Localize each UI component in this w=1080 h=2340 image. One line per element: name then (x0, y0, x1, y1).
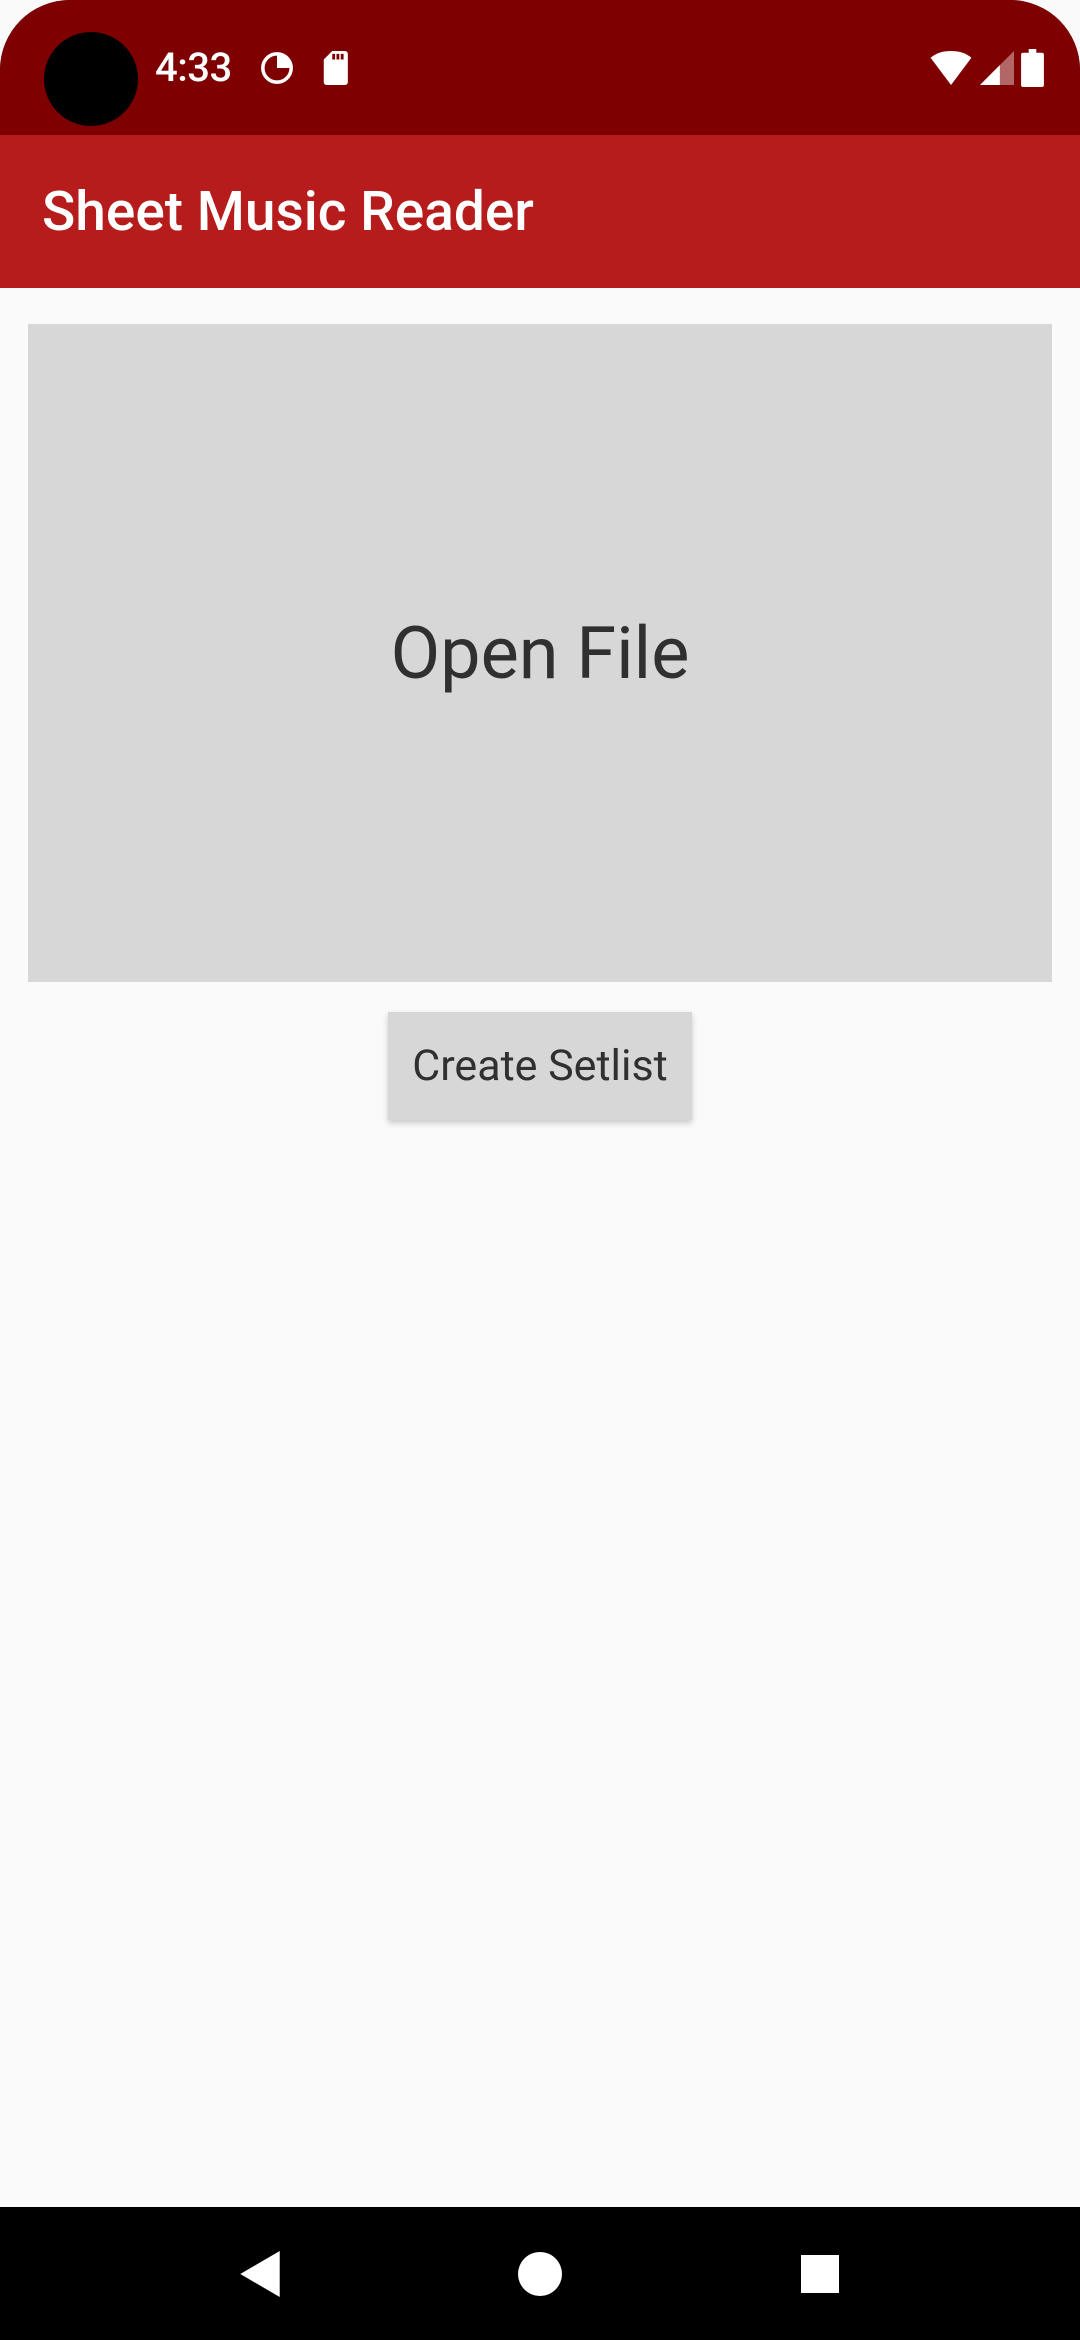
wifi-icon (929, 51, 973, 85)
open-file-label: Open File (391, 611, 690, 696)
create-setlist-button[interactable]: Create Setlist (388, 1012, 691, 1120)
app-bar: Sheet Music Reader (0, 135, 1080, 288)
home-button[interactable] (505, 2239, 575, 2309)
data-saver-icon (260, 51, 294, 85)
content-area: Open File Create Setlist (0, 288, 1080, 2207)
status-bar: 4:33 (0, 0, 1080, 135)
status-right (929, 49, 1044, 87)
battery-icon (1021, 49, 1044, 87)
recent-apps-button[interactable] (785, 2239, 855, 2309)
status-time: 4:33 (155, 44, 232, 91)
back-button[interactable] (225, 2239, 295, 2309)
sd-card-icon (322, 51, 351, 85)
device-frame: 4:33 (0, 0, 1080, 2340)
camera-cutout (44, 32, 138, 126)
navigation-bar (0, 2207, 1080, 2340)
create-setlist-label: Create Setlist (412, 1041, 667, 1091)
app-title: Sheet Music Reader (42, 180, 534, 244)
open-file-button[interactable]: Open File (28, 324, 1052, 982)
status-left: 4:33 (155, 44, 351, 91)
cellular-signal-icon (979, 51, 1015, 85)
